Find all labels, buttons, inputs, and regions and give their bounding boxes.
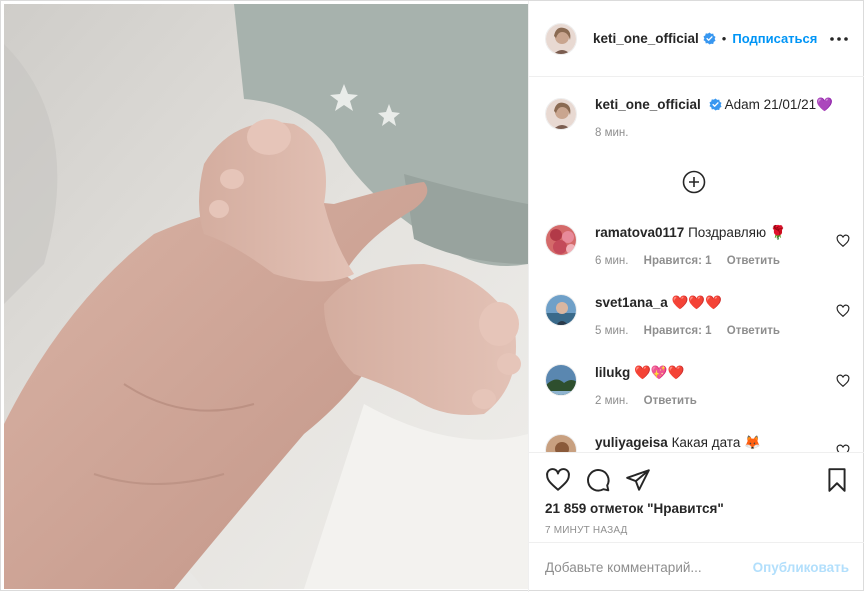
commenter-username[interactable]: lilukg xyxy=(595,365,630,380)
comment-item: svet1ana_a ❤️❤️❤️ 5 мин. Нравится: 1 Отв… xyxy=(545,294,850,337)
reply-button[interactable]: Ответить xyxy=(727,325,780,337)
bookmark-icon[interactable] xyxy=(824,467,850,493)
post-sidebar: keti_one_official • Подписаться keti_one… xyxy=(528,1,864,592)
comment-likes-count[interactable]: Нравится: 1 xyxy=(644,325,712,337)
commenter-avatar[interactable] xyxy=(545,434,577,452)
comment-heart-icon[interactable] xyxy=(836,374,850,388)
post-header: keti_one_official • Подписаться xyxy=(529,1,864,77)
comment-heart-icon[interactable] xyxy=(836,444,850,452)
comment-heart-icon[interactable] xyxy=(836,304,850,318)
post-timestamp[interactable]: 7 минут назад xyxy=(545,525,628,536)
commenter-username[interactable]: svet1ana_a xyxy=(595,295,668,310)
comment-item: ramatova0117 Поздравляю 🌹 6 мин. Нравитс… xyxy=(545,224,850,267)
more-options-icon[interactable] xyxy=(827,30,851,48)
baby-feet-photo xyxy=(4,4,528,589)
caption-username[interactable]: keti_one_official xyxy=(595,97,701,112)
heart-icon[interactable] xyxy=(545,467,571,493)
comment-time: 5 мин. xyxy=(595,325,629,337)
comment-icon[interactable] xyxy=(585,467,611,493)
post-caption: keti_one_official Adam 21/01/21💜 8 мин. xyxy=(545,97,845,139)
add-comment-bar: Опубликовать xyxy=(529,542,864,592)
reply-button[interactable]: Ответить xyxy=(727,255,780,267)
caption-text: Adam 21/01/21💜 xyxy=(724,97,833,112)
publish-button[interactable]: Опубликовать xyxy=(753,560,849,575)
comment-item: yuliyageisa Какая дата 🦊 xyxy=(545,434,850,452)
commenter-avatar[interactable] xyxy=(545,364,577,396)
verified-badge-icon xyxy=(709,98,722,111)
verified-badge-icon xyxy=(703,32,716,45)
follow-button[interactable]: Подписаться xyxy=(732,31,817,46)
comment-text: Поздравляю 🌹 xyxy=(688,225,787,240)
comment-text: ❤️❤️❤️ xyxy=(671,295,723,310)
comment-text: ❤️💖❤️ xyxy=(634,365,685,380)
plus-circle-icon[interactable] xyxy=(682,170,706,194)
reply-button[interactable]: Ответить xyxy=(644,395,697,407)
caption-time: 8 мин. xyxy=(595,127,629,139)
likes-count[interactable]: 21 859 отметок "Нравится" xyxy=(545,501,724,516)
post-photo[interactable] xyxy=(4,4,528,589)
comment-time: 2 мин. xyxy=(595,395,629,407)
post-dialog: keti_one_official • Подписаться keti_one… xyxy=(0,0,864,592)
author-avatar[interactable] xyxy=(545,22,577,55)
commenter-avatar[interactable] xyxy=(545,294,577,326)
share-icon[interactable] xyxy=(625,467,651,493)
comments-list[interactable]: keti_one_official Adam 21/01/21💜 8 мин. xyxy=(529,78,864,452)
commenter-username[interactable]: yuliyageisa xyxy=(595,435,668,450)
separator-dot: • xyxy=(721,31,727,46)
comment-likes-count[interactable]: Нравится: 1 xyxy=(644,255,712,267)
comment-time: 6 мин. xyxy=(595,255,629,267)
commenter-username[interactable]: ramatova0117 xyxy=(595,225,684,240)
comment-input[interactable] xyxy=(545,560,745,575)
comment-heart-icon[interactable] xyxy=(836,234,850,248)
comment-text: Какая дата 🦊 xyxy=(671,435,761,450)
commenter-avatar[interactable] xyxy=(545,224,577,256)
caption-author-avatar[interactable] xyxy=(545,98,577,130)
author-username[interactable]: keti_one_official xyxy=(593,31,699,46)
comment-item: lilukg ❤️💖❤️ 2 мин. Ответить xyxy=(545,364,850,407)
